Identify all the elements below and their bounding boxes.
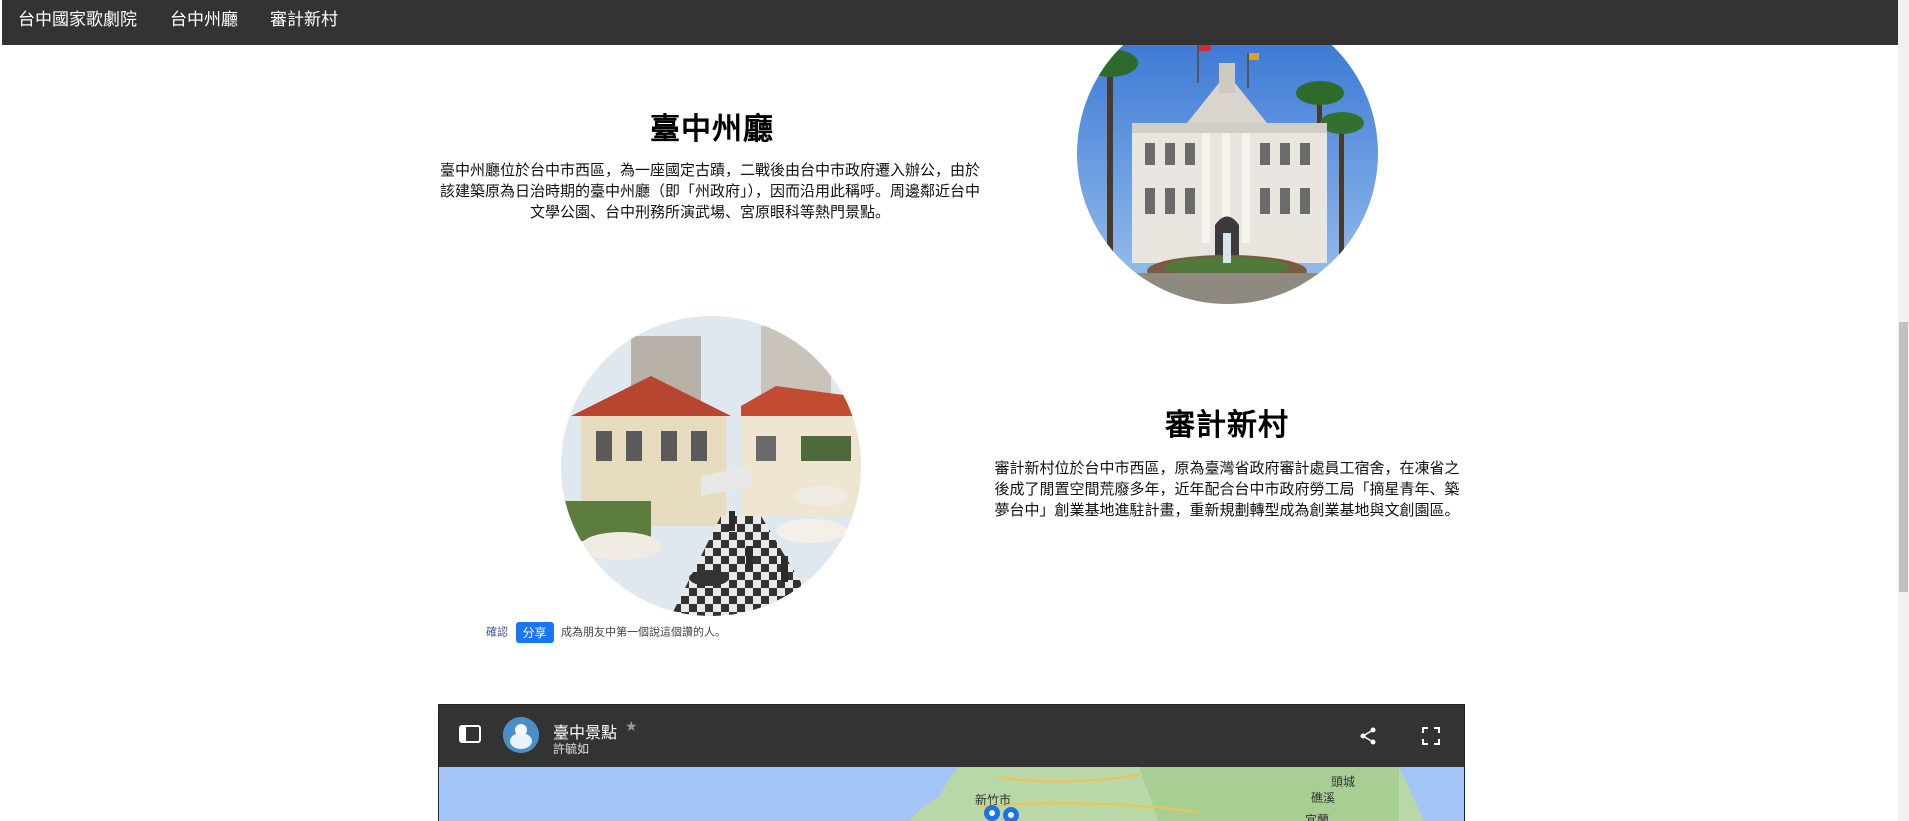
section-description-audit-village: 審計新村位於台中市西區，原為臺灣省政府審計處員工宿舍，在凍省之後成了閒置空間荒廢… <box>994 459 1460 519</box>
prefecture-hall-photo <box>1077 3 1378 304</box>
nav-link-opera-house[interactable]: 台中國家歌劇院 <box>18 0 137 45</box>
sidebar-toggle-icon[interactable] <box>459 725 481 743</box>
nav-link-taichung-prefecture-hall[interactable]: 台中州廳 <box>170 0 238 45</box>
map-canvas[interactable]: 新竹市 頭城 礁溪 宜蘭 <box>439 767 1464 821</box>
section-title-audit-village: 審計新村 <box>1165 408 1289 443</box>
share-icon[interactable] <box>1359 727 1377 745</box>
prefecture-hall-image <box>1077 3 1378 304</box>
section-title-prefecture-hall: 臺中州廳 <box>650 112 774 147</box>
facebook-share-bar: 確認 分享 成為朋友中第一個說這個讚的人。 <box>486 622 727 643</box>
facebook-share-button[interactable]: 分享 <box>515 622 554 643</box>
embedded-map[interactable]: 臺中景點 ★ 許毓如 新竹市 頭城 礁溪 宜蘭 <box>438 704 1465 821</box>
facebook-confirm-link[interactable]: 確認 <box>486 626 508 639</box>
facebook-note: 成為朋友中第一個說這個讚的人。 <box>561 625 727 639</box>
star-icon[interactable]: ★ <box>625 719 638 735</box>
page: 台中國家歌劇院 台中州廳 審計新村 臺中州廳 臺中州廳位於台中市西區，為一座國定… <box>0 0 1909 821</box>
map-header: 臺中景點 ★ 許毓如 <box>439 705 1464 767</box>
scrollbar-thumb[interactable] <box>1899 322 1908 592</box>
fullscreen-icon[interactable] <box>1422 727 1440 745</box>
section-description-prefecture-hall: 臺中州廳位於台中市西區，為一座國定古蹟，二戰後由台中市政府遷入辦公，由於該建築原… <box>439 161 980 221</box>
map-author: 許毓如 <box>553 742 590 756</box>
map-label-yilan: 宜蘭 <box>1305 813 1330 821</box>
audit-village-photo <box>561 316 861 616</box>
map-label-hsinchu: 新竹市 <box>975 793 1012 807</box>
audit-village-image <box>561 316 861 616</box>
avatar <box>503 717 539 753</box>
nav-link-audit-village[interactable]: 審計新村 <box>270 0 338 45</box>
map-label-toucheng: 頭城 <box>1331 775 1356 789</box>
page-scrollbar[interactable] <box>1898 0 1909 821</box>
top-navbar: 台中國家歌劇院 台中州廳 審計新村 <box>2 0 1898 45</box>
map-label-jiaoxi: 礁溪 <box>1311 791 1336 805</box>
